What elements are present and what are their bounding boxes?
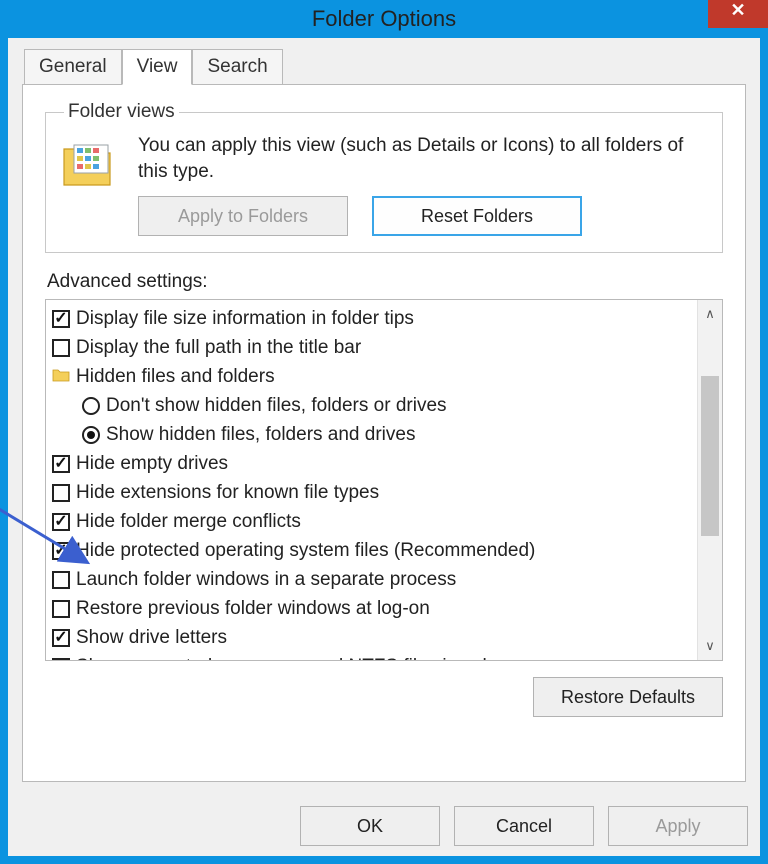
tab-general-label: General: [39, 56, 107, 77]
reset-folders-label: Reset Folders: [421, 206, 533, 226]
checkbox-icon[interactable]: [52, 542, 70, 560]
folder-views-icon: [60, 135, 120, 191]
cancel-label: Cancel: [496, 816, 552, 836]
advanced-item-label: Hidden files and folders: [76, 366, 275, 388]
advanced-item-label: Show drive letters: [76, 627, 227, 649]
scroll-track[interactable]: [698, 328, 722, 632]
advanced-item-label: Show encrypted or compressed NTFS files …: [76, 656, 514, 661]
checkbox-icon[interactable]: [52, 658, 70, 661]
advanced-item[interactable]: Hide protected operating system files (R…: [52, 536, 695, 565]
advanced-item[interactable]: Display the full path in the title bar: [52, 333, 695, 362]
tab-general[interactable]: General: [24, 49, 122, 85]
checkbox-icon[interactable]: [52, 600, 70, 618]
apply-to-folders-button[interactable]: Apply to Folders: [138, 196, 348, 236]
folder-views-group: Folder views: [45, 101, 723, 253]
advanced-item-label: Show hidden files, folders and drives: [106, 424, 415, 446]
advanced-settings-label: Advanced settings:: [47, 271, 723, 293]
advanced-item[interactable]: Restore previous folder windows at log-o…: [52, 594, 695, 623]
reset-folders-button[interactable]: Reset Folders: [372, 196, 582, 236]
close-icon: ✕: [730, 0, 745, 21]
advanced-item-label: Hide empty drives: [76, 453, 228, 475]
checkbox-icon[interactable]: [52, 513, 70, 531]
window-title: Folder Options: [312, 6, 456, 32]
tabstrip: General View Search: [24, 48, 746, 84]
restore-defaults-label: Restore Defaults: [561, 687, 695, 707]
tab-search[interactable]: Search: [192, 49, 282, 85]
advanced-item[interactable]: Hide extensions for known file types: [52, 478, 695, 507]
scrollbar[interactable]: ∧ ∨: [697, 300, 722, 660]
tab-panel-view: Folder views: [22, 84, 746, 782]
advanced-item[interactable]: Launch folder windows in a separate proc…: [52, 565, 695, 594]
advanced-item[interactable]: Show encrypted or compressed NTFS files …: [52, 652, 695, 660]
apply-label: Apply: [655, 816, 700, 836]
ok-button[interactable]: OK: [300, 806, 440, 846]
advanced-item-label: Hide folder merge conflicts: [76, 511, 301, 533]
folder-icon: [52, 366, 70, 388]
advanced-item: Hidden files and folders: [52, 362, 695, 391]
folder-options-window: Folder Options ✕ General View Search Fol…: [0, 0, 768, 864]
advanced-settings-list: Display file size information in folder …: [45, 299, 723, 661]
apply-to-folders-label: Apply to Folders: [178, 206, 308, 226]
advanced-item[interactable]: Hide empty drives: [52, 449, 695, 478]
folder-views-text: You can apply this view (such as Details…: [138, 133, 708, 184]
checkbox-icon[interactable]: [52, 310, 70, 328]
titlebar: Folder Options ✕: [0, 0, 768, 38]
advanced-item-label: Don't show hidden files, folders or driv…: [106, 395, 447, 417]
advanced-item[interactable]: Show hidden files, folders and drives: [52, 420, 695, 449]
radio-icon[interactable]: [82, 397, 100, 415]
checkbox-icon[interactable]: [52, 571, 70, 589]
scroll-up-icon[interactable]: ∧: [698, 300, 722, 328]
checkbox-icon[interactable]: [52, 339, 70, 357]
advanced-item[interactable]: Show drive letters: [52, 623, 695, 652]
advanced-settings-content: Display file size information in folder …: [46, 300, 697, 660]
client-area: General View Search Folder views: [8, 38, 760, 792]
advanced-item[interactable]: Hide folder merge conflicts: [52, 507, 695, 536]
advanced-item-label: Display the full path in the title bar: [76, 337, 361, 359]
ok-label: OK: [357, 816, 383, 836]
checkbox-icon[interactable]: [52, 629, 70, 647]
dialog-button-row: OK Cancel Apply: [8, 792, 760, 856]
radio-icon[interactable]: [82, 426, 100, 444]
advanced-item-label: Launch folder windows in a separate proc…: [76, 569, 456, 591]
tab-view[interactable]: View: [122, 49, 193, 85]
advanced-item-label: Hide extensions for known file types: [76, 482, 379, 504]
scroll-thumb[interactable]: [701, 376, 719, 536]
cancel-button[interactable]: Cancel: [454, 806, 594, 846]
folder-views-legend: Folder views: [64, 101, 179, 123]
scroll-down-icon[interactable]: ∨: [698, 632, 722, 660]
advanced-item[interactable]: Don't show hidden files, folders or driv…: [52, 391, 695, 420]
restore-defaults-button[interactable]: Restore Defaults: [533, 677, 723, 717]
checkbox-icon[interactable]: [52, 484, 70, 502]
checkbox-icon[interactable]: [52, 455, 70, 473]
apply-button[interactable]: Apply: [608, 806, 748, 846]
tab-view-label: View: [137, 56, 178, 77]
advanced-item-label: Restore previous folder windows at log-o…: [76, 598, 430, 620]
advanced-item-label: Hide protected operating system files (R…: [76, 540, 535, 562]
tab-search-label: Search: [207, 56, 267, 77]
advanced-item-label: Display file size information in folder …: [76, 308, 414, 330]
advanced-item[interactable]: Display file size information in folder …: [52, 304, 695, 333]
close-button[interactable]: ✕: [708, 0, 768, 28]
